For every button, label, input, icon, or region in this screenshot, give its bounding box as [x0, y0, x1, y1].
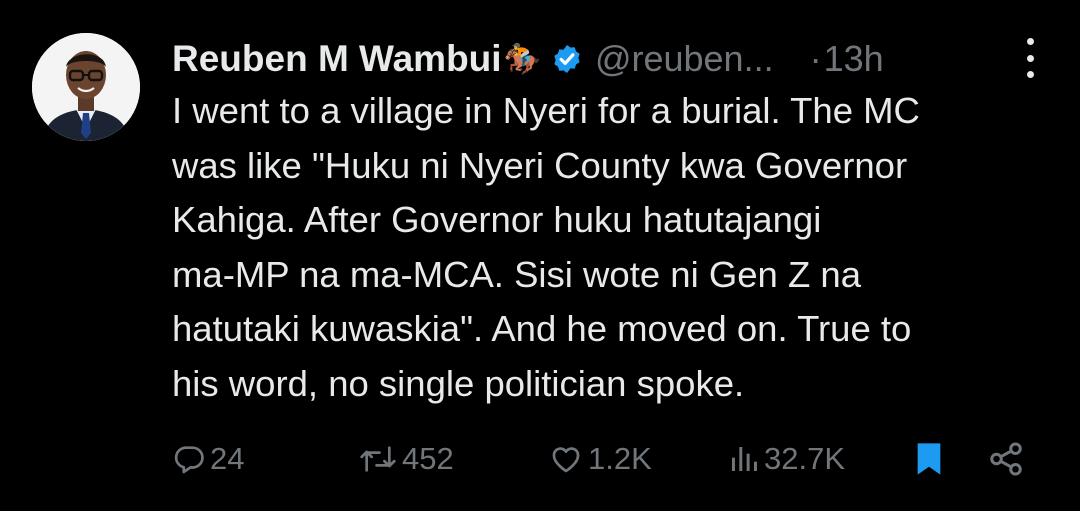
- views-icon: [732, 447, 757, 471]
- reply-count: 24: [210, 441, 245, 476]
- share-icon: [990, 442, 1022, 476]
- author-name[interactable]: Reuben M Wambui: [172, 38, 502, 80]
- avatar[interactable]: [32, 33, 140, 141]
- tweet-text-line: his word, no single politician spoke.: [172, 362, 745, 404]
- author-handle[interactable]: @reuben...: [595, 38, 774, 80]
- tweet[interactable]: Reuben M Wambui 🏇 @reuben... · 13h I wen…: [0, 0, 1080, 511]
- verified-badge-icon[interactable]: [551, 43, 583, 75]
- timestamp[interactable]: 13h: [824, 38, 884, 80]
- like-count: 1.2K: [588, 441, 652, 476]
- like-button[interactable]: 1.2K: [548, 434, 652, 484]
- more-icon[interactable]: [1020, 38, 1040, 78]
- action-bar: 24 452 1.2K 32.7K: [172, 434, 1040, 484]
- bookmark-button[interactable]: [912, 434, 946, 484]
- separator-dot: ·: [809, 38, 822, 79]
- bookmark-icon: [917, 443, 941, 475]
- tweet-header: Reuben M Wambui 🏇 @reuben... · 13h: [172, 34, 1040, 84]
- tweet-text-line: ma-MP na ma-MCA. Sisi wote ni Gen Z na: [172, 253, 861, 295]
- tweet-text-line: Kahiga. After Governor huku hatutajangi: [172, 199, 822, 240]
- horse-racing-emoji: 🏇: [503, 42, 541, 76]
- repost-count: 452: [402, 441, 454, 476]
- like-icon: [552, 447, 580, 473]
- reply-button[interactable]: 24: [172, 434, 244, 484]
- tweet-text: I went to a village in Nyeri for a buria…: [172, 84, 1052, 411]
- tweet-text-line: was like "Huku ni Nyeri County kwa Gover…: [172, 144, 908, 186]
- tweet-text-line: hatutaki kuwaskia". And he moved on. Tru…: [172, 308, 912, 349]
- share-button[interactable]: [987, 434, 1025, 484]
- repost-icon: [360, 446, 396, 472]
- view-count: 32.7K: [764, 441, 846, 476]
- tweet-text-line: I went to a village in Nyeri for a buria…: [172, 90, 920, 131]
- reply-icon: [174, 446, 204, 474]
- repost-button[interactable]: 452: [358, 434, 454, 484]
- views-button[interactable]: 32.7K: [728, 434, 845, 484]
